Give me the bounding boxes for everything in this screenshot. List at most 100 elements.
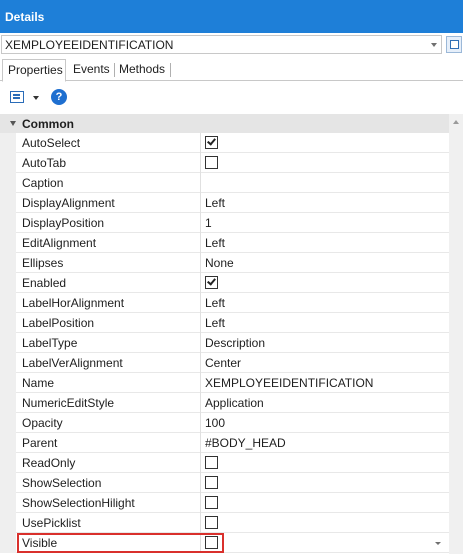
object-picker-button[interactable]: [446, 36, 462, 53]
checkbox-icon[interactable]: [205, 156, 218, 169]
tab-events[interactable]: Events: [73, 59, 110, 81]
scroll-up-icon[interactable]: [453, 120, 459, 124]
property-row-enabled[interactable]: Enabled: [0, 273, 449, 293]
property-name[interactable]: Parent: [16, 433, 201, 453]
property-name[interactable]: UsePicklist: [16, 513, 201, 533]
property-row-labelveralignment[interactable]: LabelVerAlignment Center: [0, 353, 449, 373]
property-value-text: Center: [205, 356, 242, 370]
chevron-down-icon[interactable]: [431, 43, 437, 47]
property-value[interactable]: Application: [202, 393, 449, 413]
property-name[interactable]: ReadOnly: [16, 453, 201, 473]
property-value[interactable]: Left: [202, 193, 449, 213]
property-value[interactable]: #BODY_HEAD: [202, 433, 449, 453]
property-row-showselectionhilight[interactable]: ShowSelectionHilight: [0, 493, 449, 513]
property-name[interactable]: LabelVerAlignment: [16, 353, 201, 373]
property-value[interactable]: None: [202, 253, 449, 273]
category-header[interactable]: Common: [0, 114, 449, 133]
dropdown-arrow-icon[interactable]: [33, 96, 39, 100]
property-row-opacity[interactable]: Opacity 100: [0, 413, 449, 433]
property-value[interactable]: Left: [202, 313, 449, 333]
category-label: Common: [22, 117, 74, 131]
property-row-autoselect[interactable]: AutoSelect: [0, 133, 449, 153]
expand-collapse-icon[interactable]: [10, 121, 16, 126]
property-name[interactable]: Opacity: [16, 413, 201, 433]
property-name[interactable]: LabelType: [16, 333, 201, 353]
checkmark-icon: [207, 136, 216, 146]
checkmark-icon: [207, 276, 216, 286]
property-value-text: XEMPLOYEEIDENTIFICATION: [205, 376, 374, 390]
property-value[interactable]: [202, 153, 449, 173]
property-value[interactable]: Center: [202, 353, 449, 373]
chevron-down-icon[interactable]: [435, 542, 441, 545]
row-gutter: [0, 473, 16, 493]
property-value[interactable]: [202, 173, 449, 193]
property-value[interactable]: XEMPLOYEEIDENTIFICATION: [202, 373, 449, 393]
property-value[interactable]: Description: [202, 333, 449, 353]
row-gutter: [0, 373, 16, 393]
row-gutter: [0, 233, 16, 253]
property-row-ellipses[interactable]: Ellipses None: [0, 253, 449, 273]
help-icon[interactable]: ?: [51, 89, 67, 105]
row-gutter: [0, 173, 16, 193]
property-value[interactable]: 100: [202, 413, 449, 433]
property-name[interactable]: DisplayAlignment: [16, 193, 201, 213]
tab-methods[interactable]: Methods: [119, 59, 165, 81]
checkbox-icon[interactable]: [205, 276, 218, 289]
object-picker-icon: [450, 40, 459, 49]
property-value[interactable]: [202, 473, 449, 493]
property-name[interactable]: LabelPosition: [16, 313, 201, 333]
property-name[interactable]: Ellipses: [16, 253, 201, 273]
property-row-editalignment[interactable]: EditAlignment Left: [0, 233, 449, 253]
row-gutter: [0, 213, 16, 233]
property-name[interactable]: AutoSelect: [16, 133, 201, 153]
row-gutter: [0, 153, 16, 173]
property-row-caption[interactable]: Caption: [0, 173, 449, 193]
property-row-labelposition[interactable]: LabelPosition Left: [0, 313, 449, 333]
property-row-showselection[interactable]: ShowSelection: [0, 473, 449, 493]
property-name[interactable]: ShowSelectionHilight: [16, 493, 201, 513]
property-value[interactable]: 1: [202, 213, 449, 233]
property-value[interactable]: [202, 513, 449, 533]
tab-strip: Properties Events Methods: [0, 57, 463, 82]
property-row-displayalignment[interactable]: DisplayAlignment Left: [0, 193, 449, 213]
property-row-numericeditstyle[interactable]: NumericEditStyle Application: [0, 393, 449, 413]
tab-properties[interactable]: Properties: [2, 59, 66, 82]
property-name[interactable]: AutoTab: [16, 153, 201, 173]
property-value[interactable]: Left: [202, 293, 449, 313]
vertical-scrollbar[interactable]: [449, 114, 463, 554]
row-gutter: [0, 513, 16, 533]
property-row-parent[interactable]: Parent #BODY_HEAD: [0, 433, 449, 453]
property-row-name[interactable]: Name XEMPLOYEEIDENTIFICATION: [0, 373, 449, 393]
checkbox-icon[interactable]: [205, 476, 218, 489]
checkbox-icon[interactable]: [205, 136, 218, 149]
property-value[interactable]: [202, 493, 449, 513]
property-name[interactable]: DisplayPosition: [16, 213, 201, 233]
property-row-readonly[interactable]: ReadOnly: [0, 453, 449, 473]
property-toolbar: ?: [0, 85, 463, 111]
property-name[interactable]: NumericEditStyle: [16, 393, 201, 413]
row-gutter: [0, 353, 16, 373]
property-row-displayposition[interactable]: DisplayPosition 1: [0, 213, 449, 233]
property-value[interactable]: [202, 273, 449, 293]
property-grid: Common AutoSelect AutoTab Caption DisplayAl…: [0, 114, 463, 554]
property-value[interactable]: [202, 133, 449, 153]
property-name[interactable]: Name: [16, 373, 201, 393]
property-row-labelhoralignment[interactable]: LabelHorAlignment Left: [0, 293, 449, 313]
checkbox-icon[interactable]: [205, 516, 218, 529]
checkbox-icon[interactable]: [205, 456, 218, 469]
property-name[interactable]: EditAlignment: [16, 233, 201, 253]
categorized-view-icon[interactable]: [10, 91, 24, 103]
property-name[interactable]: Enabled: [16, 273, 201, 293]
property-name[interactable]: Caption: [16, 173, 201, 193]
property-row-usepicklist[interactable]: UsePicklist: [0, 513, 449, 533]
tab-divider: [114, 63, 115, 77]
property-row-labeltype[interactable]: LabelType Description: [0, 333, 449, 353]
property-value[interactable]: [202, 453, 449, 473]
property-name[interactable]: LabelHorAlignment: [16, 293, 201, 313]
property-value[interactable]: Left: [202, 233, 449, 253]
object-selector-combo[interactable]: XEMPLOYEEIDENTIFICATION: [1, 35, 442, 54]
property-row-autotab[interactable]: AutoTab: [0, 153, 449, 173]
property-value[interactable]: [202, 533, 449, 553]
checkbox-icon[interactable]: [205, 496, 218, 509]
property-name[interactable]: ShowSelection: [16, 473, 201, 493]
